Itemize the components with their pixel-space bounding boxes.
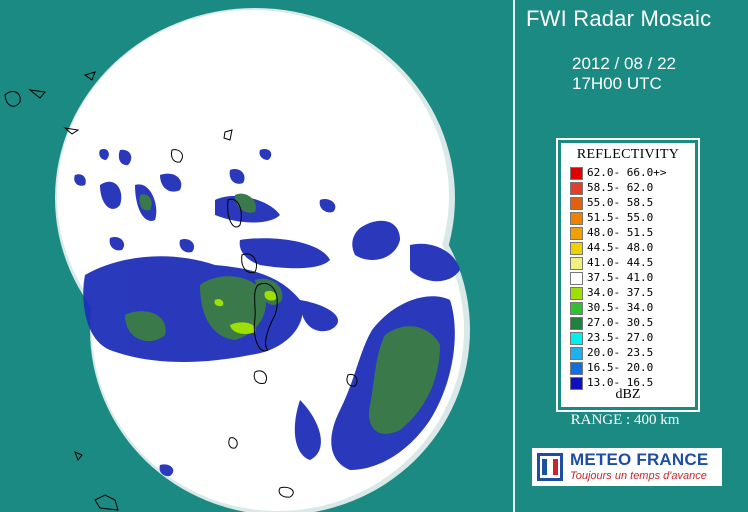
legend-row: 23.5- 27.0 [567,330,693,345]
legend-row: 48.0- 51.5 [567,225,693,240]
legend-label: 16.5- 20.0 [587,361,654,374]
legend-label: 55.0- 58.5 [587,196,654,209]
legend-label: 34.0- 37.5 [587,286,654,299]
legend-row: 44.5- 48.0 [567,240,693,255]
legend-row: 55.0- 58.5 [567,195,693,210]
reflectivity-legend: REFLECTIVITY 62.0- 66.0+> 58.5- 62.0 55.0-… [558,140,698,410]
logo-tagline: Toujours un temps d'avance [570,470,707,482]
legend-label: 51.5- 55.0 [587,211,654,224]
legend-rows: 62.0- 66.0+> 58.5- 62.0 55.0- 58.5 51.5- 55… [567,165,693,390]
radar-map [4,8,470,512]
observation-time: 17H00 UTC [572,74,662,93]
legend-row: 20.0- 23.5 [567,345,693,360]
legend-label: 44.5- 48.0 [587,241,654,254]
legend-swatch [570,182,583,195]
legend-swatch [570,362,583,375]
legend-title: REFLECTIVITY [576,147,680,162]
legend-label: 23.5- 27.0 [587,331,654,344]
legend-swatch [570,317,583,330]
legend-swatch [570,332,583,345]
legend-label: 58.5- 62.0 [587,181,654,194]
legend-swatch [570,347,583,360]
meteo-france-logo: METEO FRANCE Toujours un temps d'avance [532,448,722,486]
legend-row: 51.5- 55.0 [567,210,693,225]
legend-swatch [570,242,583,255]
legend-swatch [570,302,583,315]
logo-name: METEO FRANCE [570,450,709,469]
observation-date: 2012 / 08 / 22 [572,54,676,73]
legend-row: 27.0- 30.5 [567,315,693,330]
legend-label: 27.0- 30.5 [587,316,654,329]
legend-row: 16.5- 20.0 [567,360,693,375]
legend-row: 41.0- 44.5 [567,255,693,270]
legend-swatch [570,227,583,240]
legend-swatch [570,287,583,300]
legend-row: 37.5- 41.0 [567,270,693,285]
legend-swatch [570,212,583,225]
legend-label: 30.5- 34.0 [587,301,654,314]
legend-swatch [570,167,583,180]
legend-swatch [570,272,583,285]
legend-row: 62.0- 66.0+> [567,165,693,180]
legend-label: 20.0- 23.5 [587,346,654,359]
legend-label: 48.0- 51.5 [587,226,654,239]
legend-row: 58.5- 62.0 [567,180,693,195]
legend-row: 34.0- 37.5 [567,285,693,300]
legend-label: 37.5- 41.0 [587,271,654,284]
legend-unit: dBZ [615,387,641,402]
map-title: FWI Radar Mosaic [526,6,712,31]
legend-swatch [570,257,583,270]
legend-row: 30.5- 34.0 [567,300,693,315]
radar-range: RANGE : 400 km [570,412,680,428]
legend-swatch [570,197,583,210]
legend-label: 41.0- 44.5 [587,256,654,269]
legend-label: 62.0- 66.0+> [587,166,667,179]
meteo-france-logo-icon [537,453,563,481]
panel-divider [513,0,515,512]
